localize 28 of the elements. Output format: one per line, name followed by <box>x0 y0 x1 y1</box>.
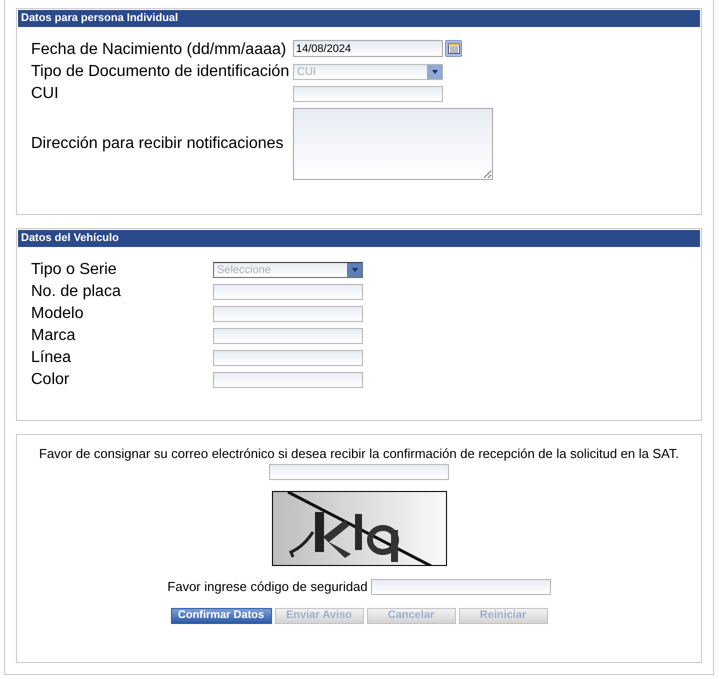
input-field[interactable] <box>213 306 363 322</box>
input-field[interactable] <box>213 328 363 344</box>
input-field[interactable] <box>293 86 443 102</box>
calendar-icon[interactable] <box>445 40 462 57</box>
field-label: Tipo de Documento de identificación <box>31 62 290 82</box>
input-field[interactable] <box>213 284 363 300</box>
section-header: Datos para persona Individual <box>18 10 700 27</box>
field-label: Fecha de Nacimiento (dd/mm/aaaa) <box>31 40 288 60</box>
field-label: No. de placa <box>31 282 122 302</box>
field-label: Línea <box>31 348 72 368</box>
code-label: Favor ingrese código de seguridad <box>167 578 368 596</box>
field-label: Color <box>31 370 70 390</box>
email-field[interactable] <box>269 464 449 480</box>
section-header: Datos del Vehículo <box>18 230 700 247</box>
field-label: Tipo o Serie <box>31 260 118 280</box>
date-field[interactable]: 14/08/2024 <box>293 40 443 57</box>
input-field[interactable] <box>213 350 363 366</box>
text-area[interactable] <box>293 108 493 180</box>
code-field[interactable] <box>370 578 551 595</box>
field-label: Dirección para recibir notificaciones <box>31 134 285 154</box>
form-button[interactable]: Confirmar Datos <box>170 608 272 624</box>
input-field[interactable] <box>213 372 363 388</box>
field-label: CUI <box>31 84 60 104</box>
email-prompt: Favor de consignar su correo electrónico si desea recibir la confirmación de recepción de la solicitud en la SAT. <box>39 446 679 462</box>
field-label: Marca <box>31 326 76 346</box>
dropdown-caret-icon[interactable] <box>347 263 362 277</box>
dropdown[interactable]: Seleccione <box>213 262 363 278</box>
field-label: Modelo <box>31 304 84 324</box>
